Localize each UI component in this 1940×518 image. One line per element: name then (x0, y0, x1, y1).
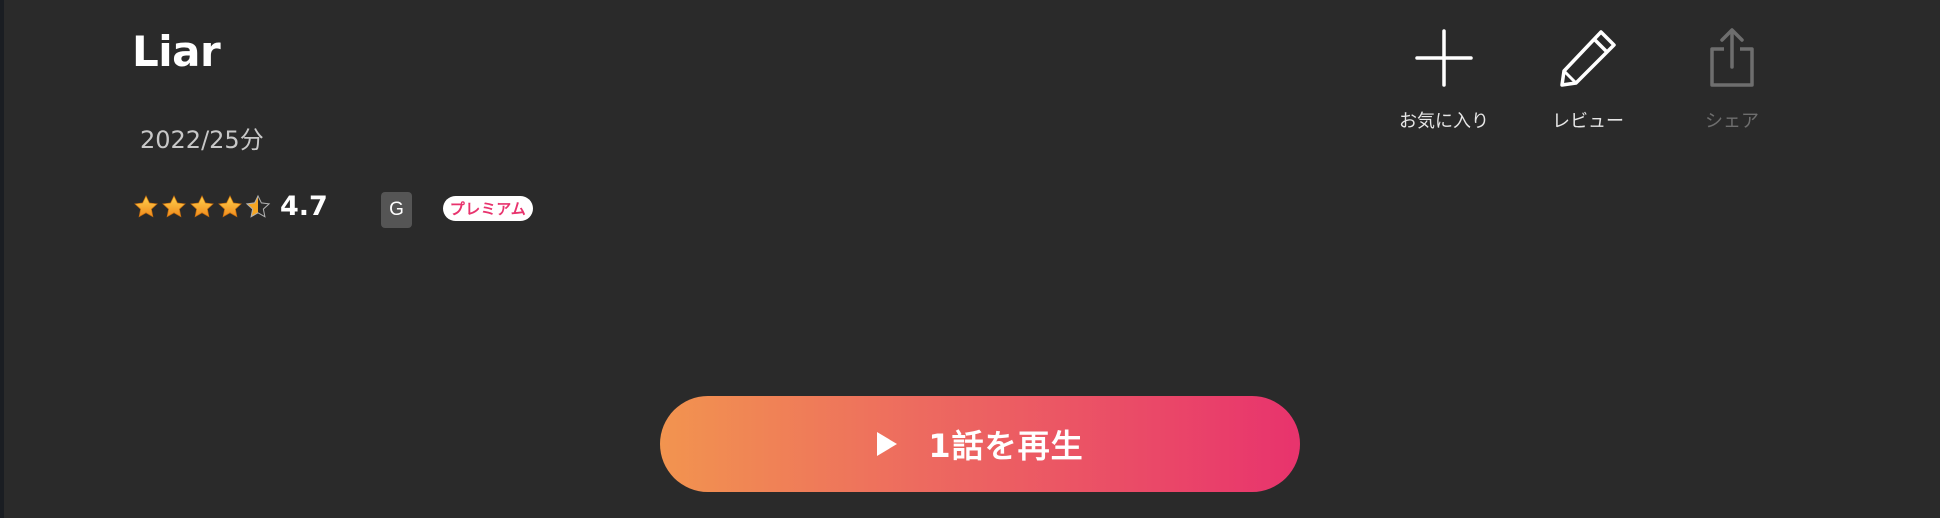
star-icon (190, 195, 214, 218)
play-label: 1話を再生 (928, 427, 1084, 465)
rating-value: 4.7 (280, 191, 328, 222)
star-rating (132, 193, 272, 221)
star-icon (162, 195, 186, 218)
content-title: Liar (132, 27, 221, 76)
share-label: シェア (1705, 111, 1759, 132)
year-duration: 2022/25分 (140, 126, 264, 154)
review-button[interactable]: レビュー (1518, 26, 1658, 134)
star-icon (134, 195, 158, 218)
share-icon (1700, 26, 1764, 90)
half-star-icon (245, 194, 271, 218)
left-edge-divider (0, 0, 4, 518)
age-rating-badge: G (381, 192, 412, 228)
play-icon (877, 432, 898, 456)
star-icon (218, 195, 242, 218)
favorite-button[interactable]: お気に入り (1374, 26, 1514, 134)
share-button[interactable]: シェア (1662, 26, 1802, 134)
premium-badge: プレミアム (443, 196, 533, 221)
plus-icon (1412, 26, 1476, 90)
favorite-label: お気に入り (1399, 111, 1489, 132)
play-episode-button[interactable]: 1話を再生 (660, 396, 1300, 492)
review-label: レビュー (1552, 111, 1624, 132)
pencil-icon (1556, 26, 1620, 90)
rating: 4.7 (132, 190, 328, 224)
